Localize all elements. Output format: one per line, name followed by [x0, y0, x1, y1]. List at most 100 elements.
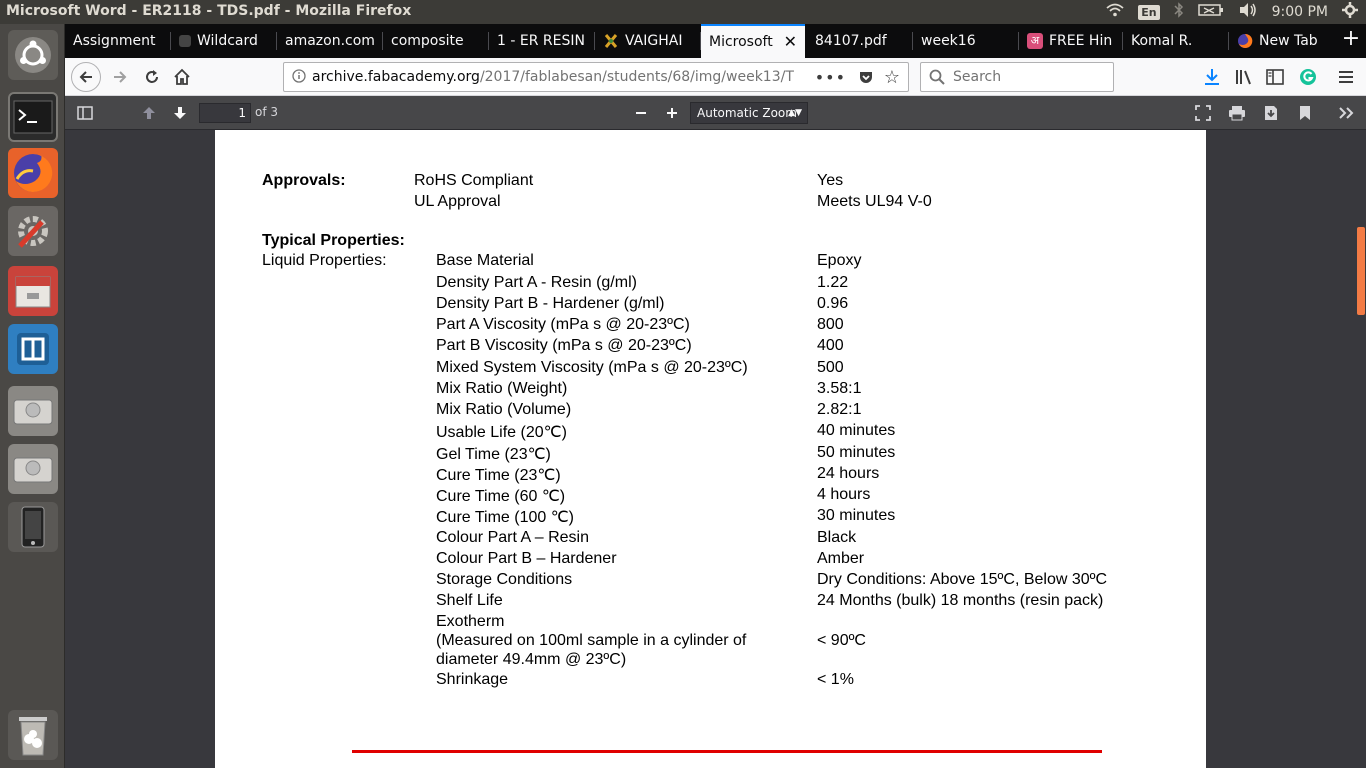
tab-komal[interactable]: Komal R.: [1123, 24, 1229, 58]
pdf-viewer[interactable]: Approvals: RoHS Compliant Yes UL Approva…: [65, 130, 1366, 768]
system-settings-launcher-icon[interactable]: [8, 206, 58, 256]
property-value: 800: [817, 316, 844, 333]
ubuntu-dash-icon[interactable]: [8, 30, 58, 80]
tab-week16[interactable]: week16: [913, 24, 1019, 58]
tab-84107-pdf[interactable]: 84107.pdf: [807, 24, 913, 58]
tab-label: composite: [391, 33, 464, 49]
page-count: of 3: [255, 105, 279, 119]
close-tab-icon[interactable]: ✕: [784, 32, 797, 51]
property-value: Epoxy: [817, 252, 862, 269]
firefox-favicon-icon: [1237, 33, 1253, 49]
tab-label: Komal R.: [1131, 33, 1193, 49]
search-bar[interactable]: Search: [920, 62, 1114, 92]
page-number-input[interactable]: 1: [199, 103, 251, 123]
disk-drive-icon[interactable]: [8, 386, 58, 436]
tab-label: Wildcard: [197, 33, 258, 49]
property-name: Usable Life (20℃): [436, 424, 567, 441]
unity-launcher: [0, 24, 65, 768]
battery-icon[interactable]: [1197, 3, 1224, 21]
firefox-icon[interactable]: [8, 148, 58, 198]
tools-menu-icon[interactable]: [1333, 100, 1359, 126]
volume-icon[interactable]: [1238, 2, 1258, 22]
trash-icon[interactable]: [8, 710, 58, 760]
typical-properties-heading: Typical Properties:: [262, 232, 405, 249]
footer-red-rule: [352, 750, 1102, 753]
remote-desktop-icon[interactable]: [8, 324, 58, 374]
pocket-icon[interactable]: [858, 69, 874, 89]
bookmark-icon[interactable]: [1292, 100, 1318, 126]
tab-wildcard[interactable]: Wildcard: [171, 24, 277, 58]
print-icon[interactable]: [1224, 100, 1250, 126]
approval-value: Meets UL94 V-0: [817, 193, 932, 210]
zoom-select[interactable]: Automatic Zoom ▲▼: [690, 102, 808, 124]
reload-button[interactable]: [137, 62, 167, 92]
zoom-in-button[interactable]: [659, 100, 685, 126]
chevron-updown-icon: ▲▼: [788, 108, 802, 118]
save-download-icon[interactable]: [1258, 100, 1284, 126]
property-name: Storage Conditions: [436, 571, 573, 588]
tab-label: FREE Hin: [1049, 33, 1113, 49]
bookmark-star-icon[interactable]: ☆: [884, 67, 900, 88]
tab-new-tab[interactable]: New Tab: [1229, 24, 1335, 58]
menu-icon[interactable]: [1331, 62, 1361, 92]
system-settings-icon[interactable]: [1342, 2, 1358, 22]
property-name: Part A Viscosity (mPa s @ 20-23ºC): [436, 316, 690, 333]
back-button[interactable]: [71, 62, 101, 92]
grammarly-icon[interactable]: [1293, 62, 1323, 92]
search-placeholder: Search: [953, 69, 1002, 85]
property-name: Mixed System Viscosity (mPa s @ 20-23ºC): [436, 359, 748, 376]
url-path: /2017/fablabesan/students/68/img/week13/…: [479, 69, 794, 85]
tab-label: VAIGHAI: [625, 33, 683, 49]
previous-page-button[interactable]: [136, 100, 162, 126]
tab-label: 84107.pdf: [815, 33, 887, 49]
next-page-button[interactable]: [167, 100, 193, 126]
tab-er-resin[interactable]: 1 - ER RESIN: [489, 24, 595, 58]
tab-assignment[interactable]: Assignment: [65, 24, 171, 58]
file-archive-icon[interactable]: [8, 266, 58, 316]
page-actions-icon[interactable]: •••: [815, 68, 846, 87]
property-name: Cure Time (23℃): [436, 467, 561, 484]
zoom-select-value: Automatic Zoom: [697, 106, 797, 120]
tab-amazon[interactable]: amazon.com: [277, 24, 383, 58]
zoom-out-button[interactable]: [628, 100, 654, 126]
wifi-icon[interactable]: [1106, 3, 1124, 21]
disk-drive-icon-2[interactable]: [8, 444, 58, 494]
url-bar[interactable]: archive.fabacademy.org/2017/fablabesan/s…: [283, 62, 909, 92]
tab-label: amazon.com: [285, 33, 375, 49]
property-name: Colour Part B – Hardener: [436, 550, 617, 567]
downloads-icon[interactable]: [1197, 62, 1227, 92]
clock[interactable]: 9:00 PM: [1272, 4, 1328, 20]
search-icon: [929, 69, 945, 89]
property-name: Density Part B - Hardener (g/ml): [436, 295, 665, 312]
property-name: Base Material: [436, 252, 534, 269]
tab-microsoft-active[interactable]: Microsoft ✕: [701, 24, 805, 58]
terminal-icon[interactable]: [8, 92, 58, 142]
tab-label: Assignment: [73, 33, 156, 49]
property-value: 1.22: [817, 274, 849, 291]
property-value: 400: [817, 337, 844, 354]
approval-name: UL Approval: [414, 193, 501, 210]
presentation-mode-icon[interactable]: [1190, 100, 1216, 126]
keyboard-layout-indicator[interactable]: En: [1138, 4, 1160, 20]
forward-button[interactable]: [105, 62, 135, 92]
new-tab-button[interactable]: +: [1337, 26, 1365, 56]
library-icon[interactable]: [1230, 62, 1260, 92]
pdf-sidebar-toggle-icon[interactable]: [72, 100, 98, 126]
property-name: Colour Part A – Resin: [436, 529, 589, 546]
sidebar-toggle-icon[interactable]: [1260, 62, 1290, 92]
property-value: 40 minutes: [817, 422, 896, 439]
property-value: 500: [817, 359, 844, 376]
url-text[interactable]: archive.fabacademy.org/2017/fablabesan/s…: [312, 69, 812, 85]
tab-vaighai[interactable]: VAIGHAI: [595, 24, 701, 58]
vaighai-favicon-icon: [603, 33, 619, 49]
property-name: Cure Time (60 ℃): [436, 488, 566, 505]
scrollbar-thumb[interactable]: [1357, 227, 1365, 315]
home-button[interactable]: [167, 62, 197, 92]
property-name: Shelf Life: [436, 592, 503, 609]
mobile-device-icon[interactable]: [8, 502, 58, 552]
property-value: Black: [817, 529, 857, 546]
bluetooth-icon[interactable]: [1174, 2, 1184, 22]
tab-free-hindi[interactable]: अ FREE Hin: [1019, 24, 1123, 58]
info-icon[interactable]: [292, 69, 306, 87]
tab-composite[interactable]: composite: [383, 24, 489, 58]
